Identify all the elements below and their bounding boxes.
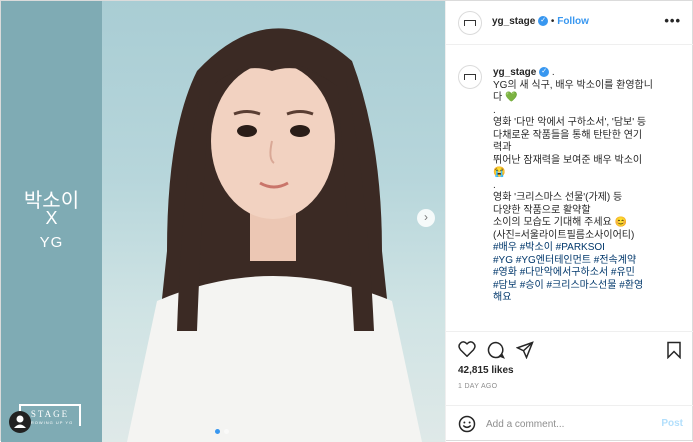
share-paper-plane-icon[interactable] bbox=[515, 341, 534, 362]
caption-line: 소이의 모습도 기대해 주세요 😊 bbox=[493, 217, 627, 228]
avatar[interactable] bbox=[458, 11, 482, 35]
caption-line: 다양한 작품으로 활약할 bbox=[493, 204, 591, 216]
media-side-panel: 박소이 X YG bbox=[1, 1, 102, 442]
caption-line: 😭 bbox=[493, 167, 506, 178]
post-date: 1 DAY AGO bbox=[458, 383, 498, 390]
instagram-post-window: 박소이 X YG STAGE GROWING UP YG › yg_stage … bbox=[0, 0, 693, 442]
media-side-text-yg: YG bbox=[39, 234, 64, 251]
follow-button[interactable]: Follow bbox=[557, 16, 589, 27]
post-comment-button[interactable]: Post bbox=[661, 418, 683, 429]
header-separator: • bbox=[550, 16, 555, 27]
hashtag-line[interactable]: #YG #YG엔터테인먼트 #전속계약 bbox=[493, 255, 693, 268]
media-side-text-x: X bbox=[45, 208, 58, 228]
post-details-panel: yg_stage ✓ • Follow ••• yg_stage ✓ . YG의… bbox=[445, 1, 693, 442]
caption-line: . bbox=[493, 179, 496, 191]
verified-badge-icon: ✓ bbox=[538, 16, 549, 27]
hashtag-line[interactable]: 해요 bbox=[493, 292, 693, 305]
post-header: yg_stage ✓ • Follow ••• bbox=[446, 1, 693, 45]
hashtag-line[interactable]: #담보 #승이 #크리스마스선물 #환영 bbox=[493, 280, 693, 293]
comment-input[interactable] bbox=[486, 415, 646, 433]
carousel-dot bbox=[224, 429, 229, 434]
likes-count[interactable]: 42,815 likes bbox=[458, 365, 514, 376]
header-username[interactable]: yg_stage bbox=[492, 16, 535, 27]
caption-line: 다 💚 bbox=[493, 92, 518, 103]
like-heart-icon[interactable] bbox=[458, 341, 476, 360]
caption-avatar[interactable] bbox=[458, 65, 482, 89]
more-options-icon[interactable]: ••• bbox=[664, 13, 681, 28]
tagged-user-icon[interactable] bbox=[9, 411, 31, 433]
action-bar bbox=[446, 331, 693, 363]
bookmark-icon[interactable] bbox=[666, 341, 682, 362]
caption-line: . bbox=[493, 104, 496, 116]
hashtag-line[interactable]: #배우 #박소이 #PARKSOI bbox=[493, 242, 693, 255]
post-photo bbox=[102, 1, 445, 442]
header-user-row: yg_stage ✓ • Follow bbox=[492, 16, 589, 27]
caption-line: 영화 '크리스마스 선물'(가제) 등 bbox=[493, 192, 623, 203]
hashtag-line[interactable]: #영화 #다만악에서구하소서 #유민 bbox=[493, 267, 693, 280]
portrait-illustration bbox=[127, 28, 422, 442]
caption-area: yg_stage ✓ . YG의 새 식구, 배우 박소이를 환영합니 다 💚 … bbox=[446, 45, 693, 331]
caption-author-line: yg_stage ✓ . bbox=[493, 67, 555, 78]
caption-line: 뛰어난 잠재력을 보여준 배우 박소이 bbox=[493, 154, 643, 166]
caption-text: yg_stage ✓ . YG의 새 식구, 배우 박소이를 환영합니 다 💚 … bbox=[493, 67, 693, 305]
emoji-smiley-icon[interactable] bbox=[458, 415, 476, 436]
post-media[interactable]: 박소이 X YG STAGE GROWING UP YG › bbox=[1, 1, 445, 442]
carousel-dot bbox=[215, 429, 220, 434]
caption-line: 다채로운 작품들을 통해 탄탄한 연기 bbox=[493, 129, 643, 141]
caption-line: (사진=서울라이트필름소사이어티) bbox=[493, 229, 635, 241]
next-slide-button[interactable]: › bbox=[417, 209, 435, 227]
verified-badge-icon: ✓ bbox=[539, 67, 550, 78]
caption-line: YG의 새 식구, 배우 박소이를 환영합니 bbox=[493, 79, 653, 91]
caption-line: 영화 '다만 악에서 구하소서', '담보' 등 bbox=[493, 117, 647, 128]
caption-username[interactable]: yg_stage bbox=[493, 67, 536, 78]
carousel-indicator bbox=[213, 425, 231, 437]
comment-bar: Post bbox=[446, 405, 693, 442]
caption-line: 력과 bbox=[493, 142, 512, 153]
comment-bubble-icon[interactable] bbox=[487, 341, 506, 362]
